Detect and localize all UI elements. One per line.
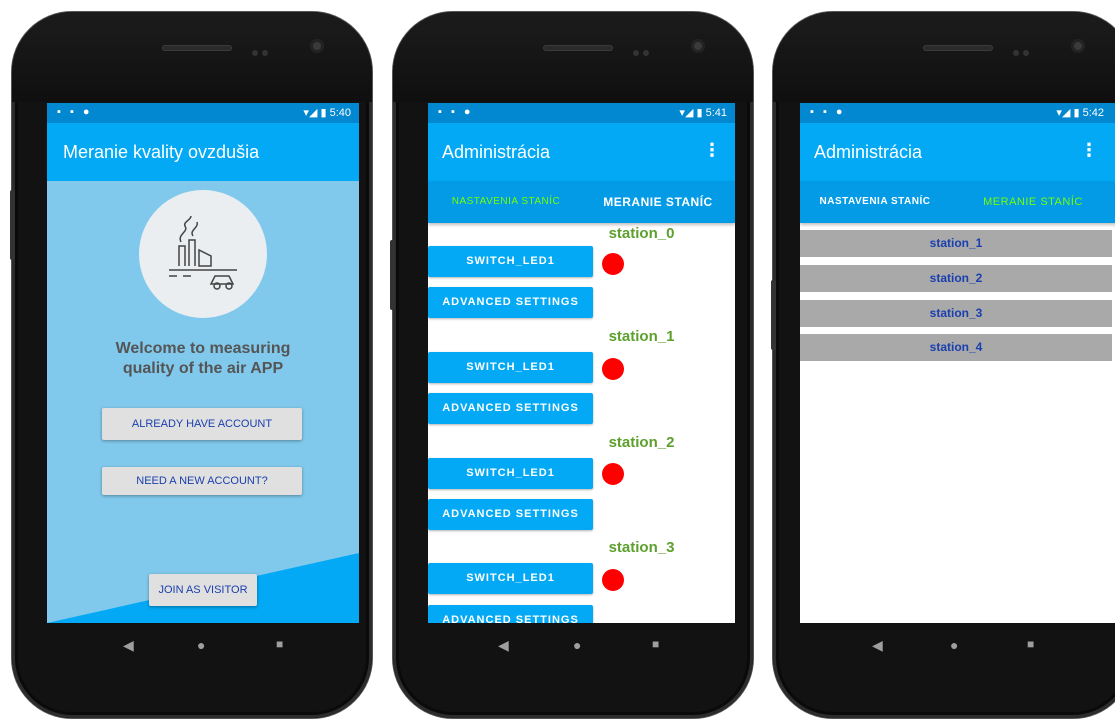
station-title: station_0: [608, 225, 675, 242]
switch-led-button[interactable]: SWITCH_LED1: [428, 563, 593, 594]
need-new-account-button[interactable]: NEED A NEW ACCOUNT?: [102, 467, 302, 495]
phone-bezel: [12, 12, 372, 102]
status-bar: ▪ ▪ ● ▾◢ ▮ 5:41: [428, 103, 735, 123]
overflow-menu-icon[interactable]: ⋮: [703, 140, 721, 161]
status-notification-icons: ▪ ▪ ●: [810, 106, 846, 118]
phone-admin-measure: ▪ ▪ ● ▾◢ ▮ 5:42 Administrácia ⋮ NASTAVEN…: [773, 12, 1115, 718]
welcome-line-1: Welcome to measuring: [115, 340, 291, 357]
screen-admin-settings: ▪ ▪ ● ▾◢ ▮ 5:41 Administrácia ⋮ NASTAVEN…: [428, 103, 735, 623]
recent-apps-icon[interactable]: ■: [276, 637, 283, 651]
status-bar: ▪ ▪ ● ▾◢ ▮ 5:40: [47, 103, 359, 123]
volume-button: [771, 280, 776, 350]
led-status-indicator: [602, 358, 624, 380]
advanced-settings-button[interactable]: ADVANCED SETTINGS: [428, 393, 593, 424]
home-icon[interactable]: ●: [950, 637, 958, 653]
android-nav-bar: ◀ ● ■: [800, 623, 1112, 673]
home-icon[interactable]: ●: [573, 637, 581, 653]
advanced-settings-button[interactable]: ADVANCED SETTINGS: [428, 605, 593, 623]
station-row[interactable]: station_3: [800, 300, 1112, 327]
tab-meranie-stanic[interactable]: MERANIE STANÍC: [588, 181, 728, 223]
signal-battery-icon: ▾◢ ▮: [1056, 107, 1080, 119]
sensor-dots: [1013, 43, 1041, 56]
front-camera-icon: [310, 39, 324, 53]
app-title: Meranie kvality ovzdušia: [63, 142, 260, 162]
switch-led-button[interactable]: SWITCH_LED1: [428, 352, 593, 383]
overflow-menu-icon[interactable]: ⋮: [1080, 140, 1098, 161]
already-have-account-button[interactable]: ALREADY HAVE ACCOUNT: [102, 408, 302, 440]
switch-led-button[interactable]: SWITCH_LED1: [428, 246, 593, 277]
sensor-dots: [633, 43, 661, 56]
home-icon[interactable]: ●: [197, 637, 205, 653]
advanced-settings-button[interactable]: ADVANCED SETTINGS: [428, 499, 593, 530]
android-nav-bar: ◀ ● ■: [428, 623, 740, 673]
app-bar: Administrácia ⋮: [800, 123, 1115, 181]
phone-bezel: [773, 12, 1115, 102]
led-status-indicator: [602, 569, 624, 591]
led-status-indicator: [602, 463, 624, 485]
back-icon[interactable]: ◀: [872, 637, 883, 654]
app-title: Administrácia: [442, 142, 551, 162]
app-title: Administrácia: [814, 142, 923, 162]
app-bar: Administrácia ⋮: [428, 123, 735, 181]
welcome-text: Welcome to measuring quality of the air …: [47, 339, 359, 379]
station-row[interactable]: station_2: [800, 265, 1112, 292]
back-icon[interactable]: ◀: [123, 637, 134, 654]
tab-meranie-stanic[interactable]: MERANIE STANÍC: [968, 181, 1098, 223]
app-logo: [139, 190, 267, 318]
led-status-indicator: [602, 253, 624, 275]
station-title: station_3: [608, 539, 675, 556]
phone-admin-settings: ▪ ▪ ● ▾◢ ▮ 5:41 Administrácia ⋮ NASTAVEN…: [393, 12, 753, 718]
volume-button: [390, 240, 395, 310]
phone-bezel: [393, 12, 753, 102]
tab-bar: NASTAVENIA STANÍC MERANIE STANÍC: [800, 181, 1115, 223]
android-nav-bar: ◀ ● ■: [47, 623, 359, 673]
switch-led-button[interactable]: SWITCH_LED1: [428, 458, 593, 489]
station-title: station_1: [608, 328, 675, 345]
station-title: station_2: [608, 434, 675, 451]
status-notification-icons: ▪ ▪ ●: [57, 106, 93, 118]
phone-login: ▪ ▪ ● ▾◢ ▮ 5:40 Meranie kvality ovzdušia: [12, 12, 372, 718]
advanced-settings-button[interactable]: ADVANCED SETTINGS: [428, 287, 593, 318]
station-row[interactable]: station_4: [800, 334, 1112, 361]
tab-nastavenia-stanic[interactable]: NASTAVENIA STANÍC: [436, 181, 576, 223]
back-icon[interactable]: ◀: [498, 637, 509, 654]
volume-button: [10, 190, 15, 260]
status-time: 5:41: [705, 107, 727, 119]
signal-battery-icon: ▾◢ ▮: [679, 107, 703, 119]
screen-login: ▪ ▪ ● ▾◢ ▮ 5:40 Meranie kvality ovzdušia: [47, 103, 359, 623]
status-bar: ▪ ▪ ● ▾◢ ▮ 5:42: [800, 103, 1115, 123]
screen-admin-measure: ▪ ▪ ● ▾◢ ▮ 5:42 Administrácia ⋮ NASTAVEN…: [800, 103, 1115, 623]
sensor-dots: [252, 43, 280, 56]
status-time: 5:42: [1082, 107, 1104, 119]
tab-bar: NASTAVENIA STANÍC MERANIE STANÍC: [428, 181, 735, 223]
app-bar: Meranie kvality ovzdušia: [47, 123, 359, 181]
factory-car-icon: [169, 215, 237, 290]
welcome-line-2: quality of the air APP: [122, 360, 284, 377]
front-camera-icon: [691, 39, 705, 53]
speaker-grille: [923, 45, 993, 51]
status-notification-icons: ▪ ▪ ●: [438, 106, 474, 118]
front-camera-icon: [1071, 39, 1085, 53]
recent-apps-icon[interactable]: ■: [652, 637, 659, 651]
station-row[interactable]: station_1: [800, 230, 1112, 257]
recent-apps-icon[interactable]: ■: [1027, 637, 1034, 651]
speaker-grille: [543, 45, 613, 51]
tab-nastavenia-stanic[interactable]: NASTAVENIA STANÍC: [810, 181, 940, 223]
speaker-grille: [162, 45, 232, 51]
signal-battery-icon: ▾◢ ▮: [303, 107, 327, 119]
join-as-visitor-button[interactable]: JOIN AS VISITOR: [149, 574, 257, 606]
status-time: 5:40: [329, 107, 351, 119]
